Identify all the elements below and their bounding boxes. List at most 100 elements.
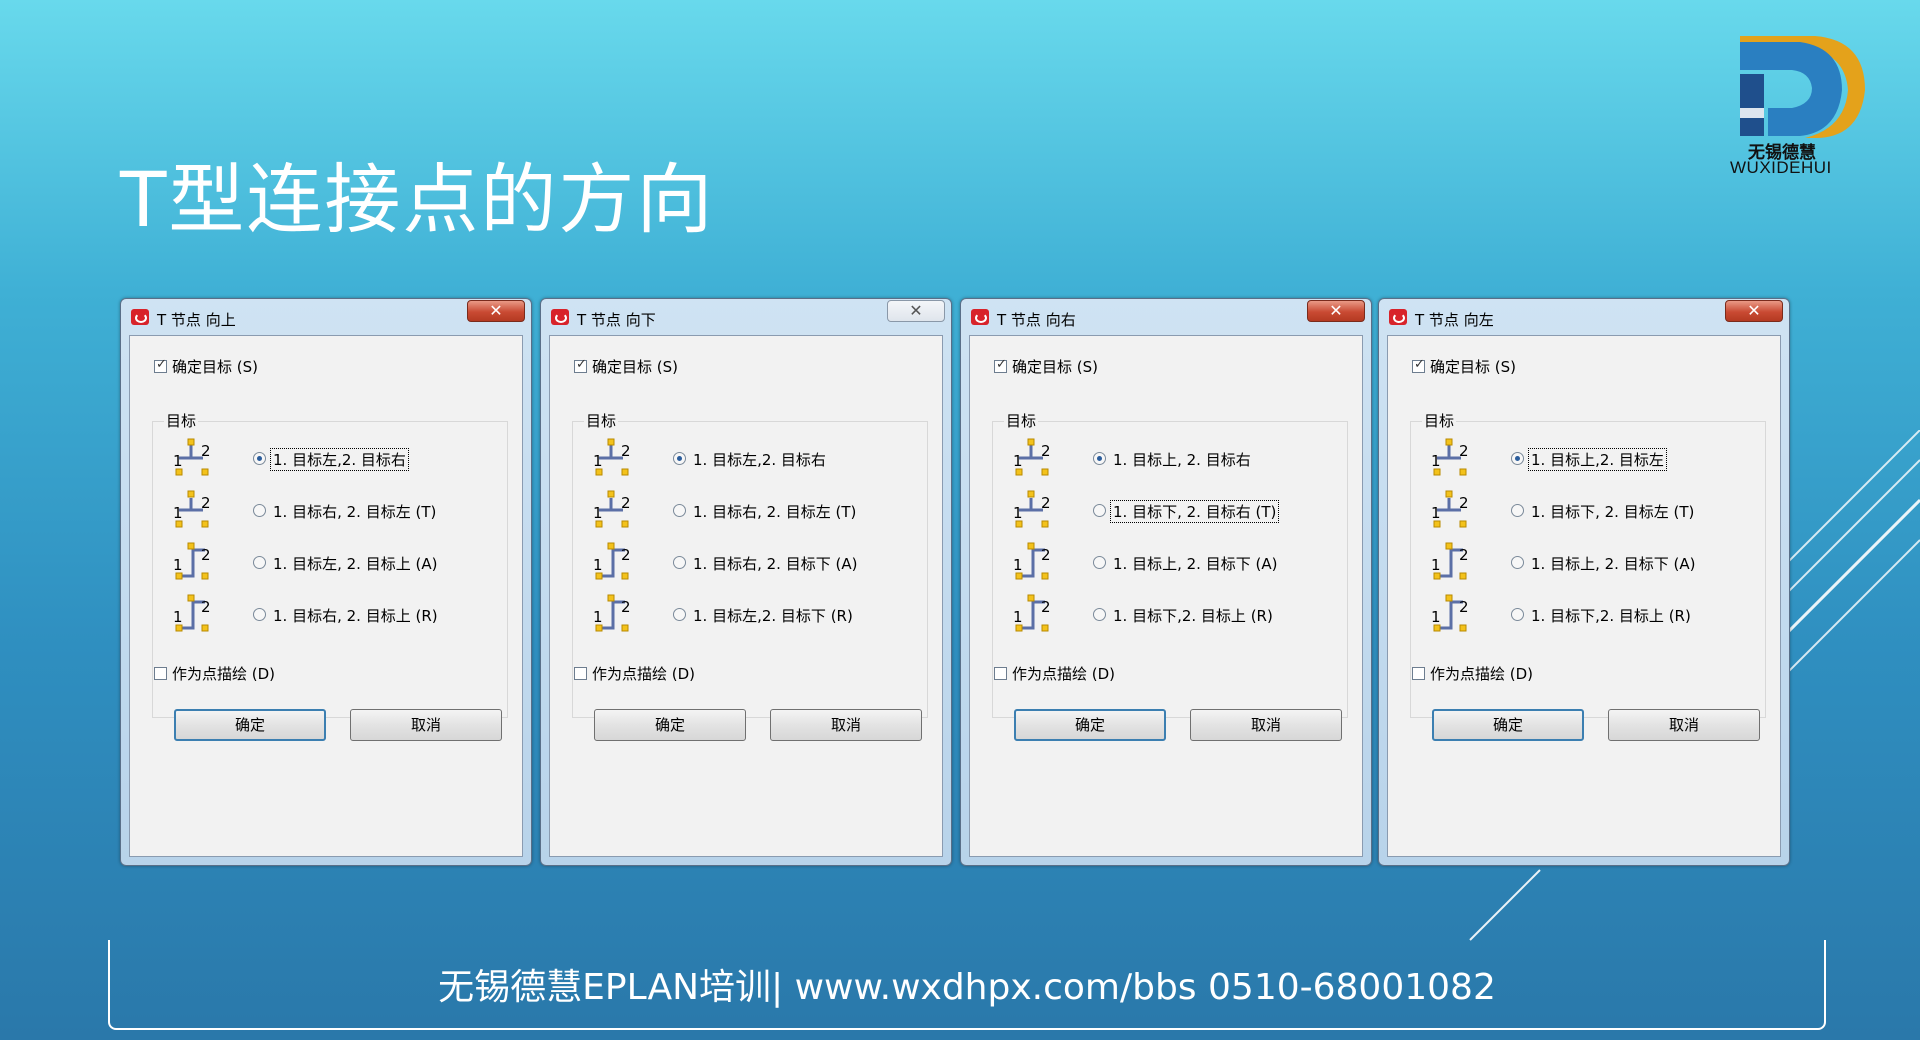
icon-digit-1: 1 (1013, 556, 1023, 574)
target-group-label: 目标 (164, 410, 199, 431)
as-point-checkbox-row[interactable]: 作为点描绘 (D) (574, 663, 695, 684)
target-radio[interactable] (673, 556, 686, 569)
target-option-0[interactable]: 1 2 1. 目标上, 2. 目标右 (993, 432, 1349, 484)
icon-digit-1: 1 (1013, 452, 1023, 470)
t-node-left-down-up-icon: 12 (1431, 594, 1469, 632)
target-option-2[interactable]: 1 2 1. 目标上, 2. 目标下 (A) (1411, 536, 1767, 588)
t-node-right-up-down-icon: 12 (1013, 542, 1051, 580)
target-option-1[interactable]: 1 2 1. 目标下, 2. 目标右 (T) (993, 484, 1349, 536)
determine-target-checkbox-row[interactable]: 确定目标 (S) (994, 356, 1098, 377)
target-radio[interactable] (1511, 556, 1524, 569)
ok-button[interactable]: 确定 (174, 709, 326, 741)
terminal-marker (201, 624, 209, 632)
target-option-0[interactable]: 1 2 1. 目标左,2. 目标右 (153, 432, 509, 484)
dialog-title: T 节点 向右 (997, 311, 1076, 329)
target-radio[interactable] (253, 608, 266, 621)
icon-digit-2: 2 (621, 494, 631, 512)
target-option-1[interactable]: 1 2 1. 目标右, 2. 目标左 (T) (573, 484, 929, 536)
close-button[interactable]: ✕ (467, 300, 525, 322)
t-node-up-right-up-icon: 12 (173, 594, 211, 632)
ok-button[interactable]: 确定 (1014, 709, 1166, 741)
as-point-label: 作为点描绘 (D) (1430, 665, 1534, 683)
terminal-marker (1459, 572, 1467, 580)
determine-target-checkbox-row[interactable]: 确定目标 (S) (574, 356, 678, 377)
target-radio[interactable] (1511, 504, 1524, 517)
target-radio[interactable] (673, 608, 686, 621)
dialog-title: T 节点 向上 (157, 311, 236, 329)
logo-name-en: WUXIDEHUI (1730, 158, 1832, 177)
determine-target-checkbox[interactable] (994, 357, 1007, 373)
target-option-1[interactable]: 1 2 1. 目标右, 2. 目标左 (T) (153, 484, 509, 536)
terminal-marker (1041, 572, 1049, 580)
as-point-checkbox[interactable] (154, 667, 167, 680)
target-option-1[interactable]: 1 2 1. 目标下, 2. 目标左 (T) (1411, 484, 1767, 536)
as-point-checkbox[interactable] (1412, 667, 1425, 680)
target-radio[interactable] (1093, 452, 1106, 465)
t-node-left-down-left-icon: 12 (1431, 490, 1469, 528)
terminal-marker (1459, 520, 1467, 528)
as-point-checkbox-row[interactable]: 作为点描绘 (D) (1412, 663, 1533, 684)
cancel-button[interactable]: 取消 (350, 709, 502, 741)
terminal-marker (1041, 468, 1049, 476)
ok-button[interactable]: 确定 (594, 709, 746, 741)
target-option-label: 1. 目标上, 2. 目标下 (A) (1531, 555, 1696, 573)
target-radio[interactable] (1093, 608, 1106, 621)
target-option-label: 1. 目标下,2. 目标上 (R) (1113, 607, 1273, 625)
determine-target-label: 确定目标 (S) (592, 358, 678, 376)
icon-digit-1: 1 (1013, 504, 1023, 522)
target-option-0[interactable]: 1 2 1. 目标上,2. 目标左 (1411, 432, 1767, 484)
terminal-marker (187, 490, 195, 498)
target-option-2[interactable]: 1 2 1. 目标左, 2. 目标上 (A) (153, 536, 509, 588)
terminal-marker (621, 520, 629, 528)
determine-target-checkbox-row[interactable]: 确定目标 (S) (154, 356, 258, 377)
target-option-3[interactable]: 1 2 1. 目标左,2. 目标下 (R) (573, 588, 929, 640)
as-point-checkbox[interactable] (994, 667, 1007, 680)
as-point-checkbox-row[interactable]: 作为点描绘 (D) (154, 663, 275, 684)
title-bar: T 节点 向右 ✕ (961, 299, 1371, 335)
target-option-2[interactable]: 1 2 1. 目标上, 2. 目标下 (A) (993, 536, 1349, 588)
target-option-label: 1. 目标右, 2. 目标左 (T) (273, 503, 437, 521)
target-radio[interactable] (673, 504, 686, 517)
target-radio[interactable] (673, 452, 686, 465)
icon-digit-2: 2 (1041, 494, 1051, 512)
target-radio[interactable] (1093, 556, 1106, 569)
target-radio[interactable] (1093, 504, 1106, 517)
target-option-2[interactable]: 1 2 1. 目标右, 2. 目标下 (A) (573, 536, 929, 588)
target-radio[interactable] (253, 452, 266, 465)
determine-target-checkbox-row[interactable]: 确定目标 (S) (1412, 356, 1516, 377)
terminal-marker (1041, 624, 1049, 632)
target-option-label: 1. 目标下, 2. 目标右 (T) (1109, 500, 1280, 523)
close-button[interactable]: ✕ (1307, 300, 1365, 322)
cancel-button[interactable]: 取消 (1190, 709, 1342, 741)
determine-target-checkbox[interactable] (574, 357, 587, 373)
target-option-3[interactable]: 1 2 1. 目标右, 2. 目标上 (R) (153, 588, 509, 640)
target-option-label: 1. 目标左,2. 目标下 (R) (693, 607, 853, 625)
target-radio[interactable] (1511, 608, 1524, 621)
determine-target-checkbox[interactable] (154, 357, 167, 373)
close-button[interactable]: ✕ (1725, 300, 1783, 322)
icon-digit-1: 1 (173, 608, 183, 626)
target-option-label: 1. 目标上, 2. 目标右 (1113, 451, 1251, 469)
cancel-button[interactable]: 取消 (1608, 709, 1760, 741)
target-group-label: 目标 (1004, 410, 1039, 431)
terminal-marker (607, 594, 615, 602)
as-point-checkbox-row[interactable]: 作为点描绘 (D) (994, 663, 1115, 684)
target-option-0[interactable]: 1 2 1. 目标左,2. 目标右 (573, 432, 929, 484)
terminal-marker (621, 468, 629, 476)
terminal-marker (607, 542, 615, 550)
target-option-3[interactable]: 1 2 1. 目标下,2. 目标上 (R) (1411, 588, 1767, 640)
icon-digit-2: 2 (1459, 442, 1469, 460)
icon-digit-1: 1 (1431, 504, 1441, 522)
ok-button[interactable]: 确定 (1432, 709, 1584, 741)
t-node-down-right-left-icon: 12 (593, 490, 631, 528)
as-point-label: 作为点描绘 (D) (1012, 665, 1116, 683)
target-option-3[interactable]: 1 2 1. 目标下,2. 目标上 (R) (993, 588, 1349, 640)
target-radio[interactable] (253, 504, 266, 517)
t-node-up-right-left-icon: 12 (173, 490, 211, 528)
close-button[interactable]: ✕ (887, 300, 945, 322)
target-radio[interactable] (253, 556, 266, 569)
cancel-button[interactable]: 取消 (770, 709, 922, 741)
as-point-checkbox[interactable] (574, 667, 587, 680)
determine-target-checkbox[interactable] (1412, 357, 1425, 373)
target-radio[interactable] (1511, 452, 1524, 465)
